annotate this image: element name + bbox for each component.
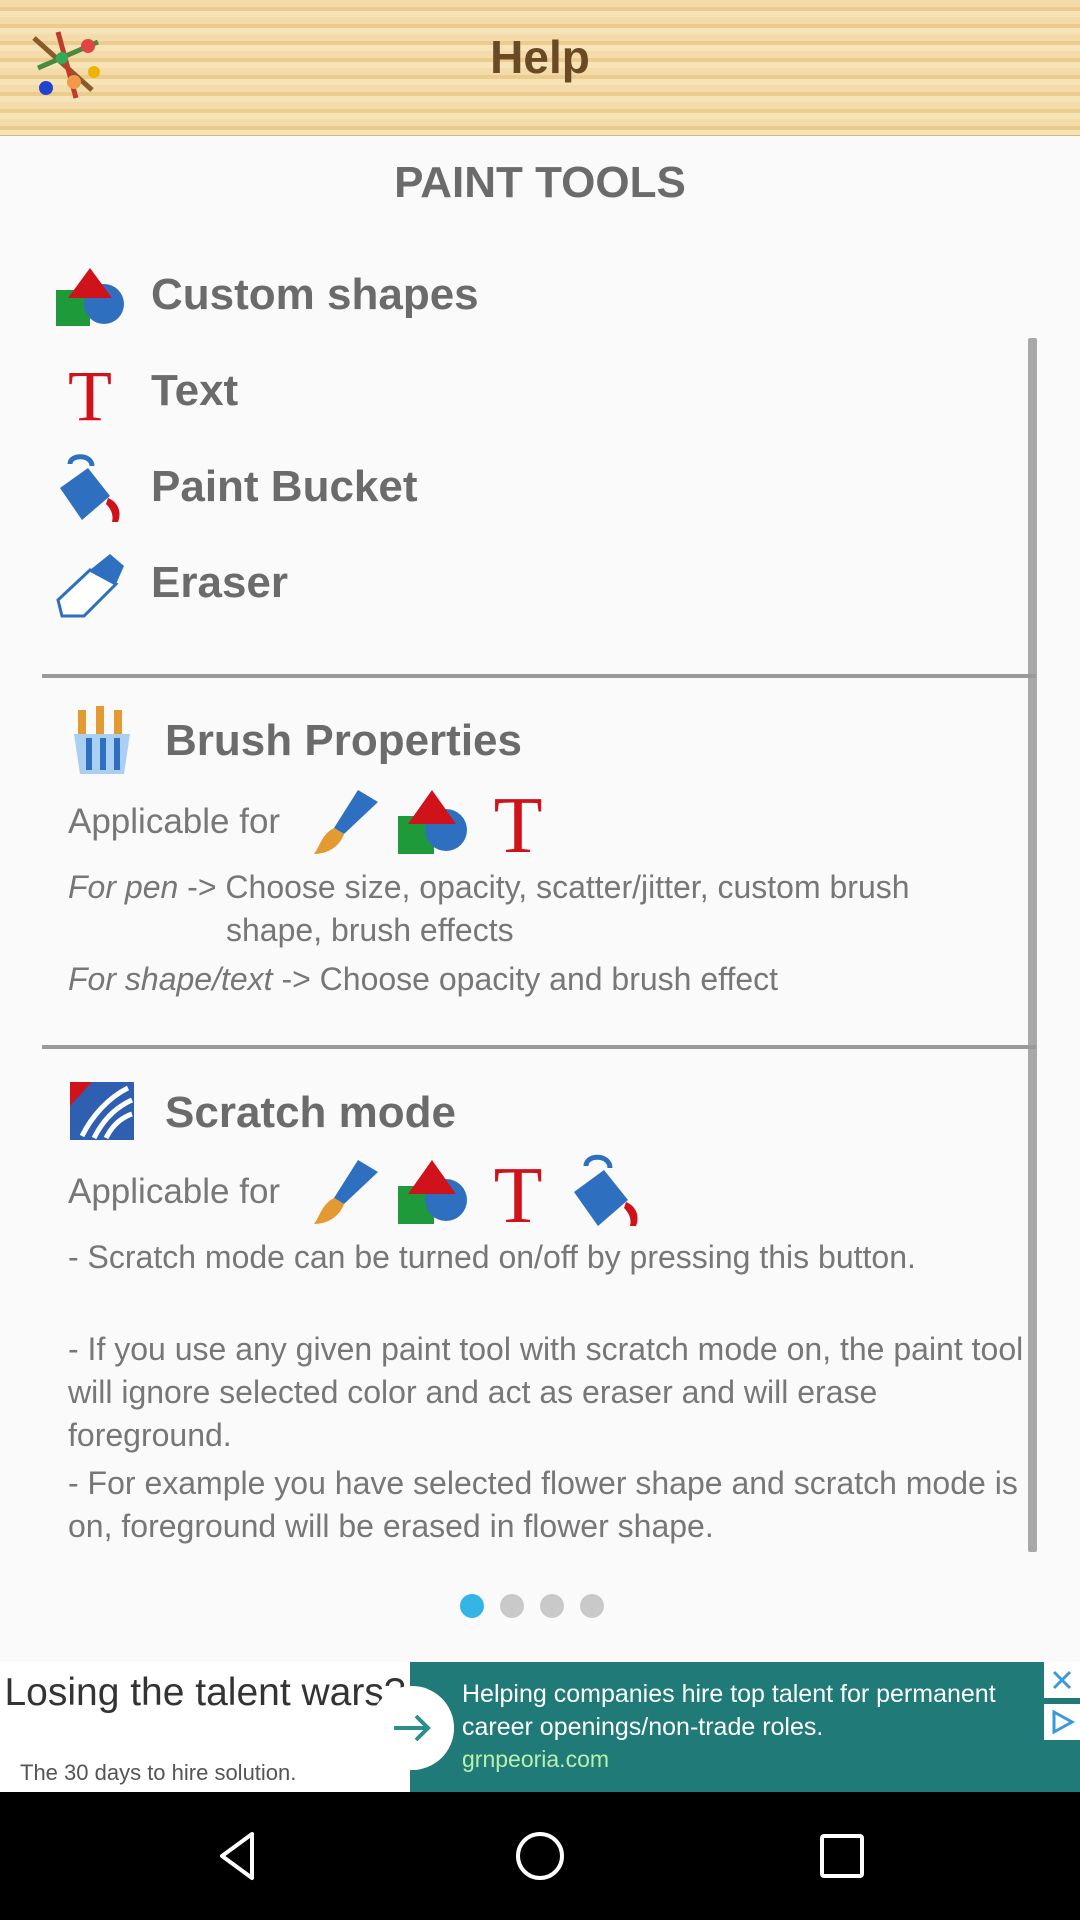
svg-text:T: T — [68, 358, 112, 428]
scratch-desc-1: - Scratch mode can be turned on/off by p… — [68, 1239, 916, 1275]
tool-label: Paint Bucket — [151, 462, 418, 511]
pen-brush-icon — [314, 790, 378, 854]
system-nav-bar — [0, 1792, 1080, 1920]
scrollbar[interactable] — [1028, 338, 1037, 1552]
ad-choices-icon[interactable] — [1044, 1704, 1080, 1740]
ad-body-text[interactable]: Helping companies hire top talent for pe… — [462, 1678, 1042, 1744]
svg-text:T: T — [494, 1154, 543, 1230]
brush-properties-header: Brush Properties — [68, 704, 1008, 784]
text-t-icon: T — [68, 358, 112, 428]
close-icon[interactable] — [1044, 1662, 1080, 1698]
scratch-applicable-row: Applicable for T — [68, 1152, 1008, 1232]
divider — [42, 674, 1036, 678]
tool-row-paint-bucket: Paint Bucket — [52, 442, 1012, 532]
ad-subtext: The 30 days to hire solution. — [20, 1760, 297, 1785]
tool-label: Custom shapes — [151, 270, 479, 319]
page-dot[interactable] — [540, 1594, 564, 1618]
scratch-mode-icon[interactable] — [68, 1076, 136, 1148]
ad-domain[interactable]: grnpeoria.com — [462, 1746, 609, 1773]
brush-desc-shape: For shape/text -> Choose opacity and bru… — [68, 958, 1028, 1001]
applicable-label: Applicable for — [68, 1172, 281, 1211]
page-title: Help — [490, 31, 590, 83]
divider — [42, 1045, 1036, 1049]
page-indicator — [460, 1594, 604, 1618]
brush-properties-title: Brush Properties — [165, 716, 522, 765]
page-dot[interactable] — [580, 1594, 604, 1618]
recents-icon[interactable] — [814, 1828, 870, 1884]
text-t-icon: T — [494, 1154, 543, 1230]
back-icon[interactable] — [210, 1828, 266, 1884]
pen-brush-icon — [314, 1160, 378, 1224]
brush-desc-pen: For pen -> Choose size, opacity, scatter… — [68, 866, 1028, 952]
desc-italic: For shape/text — [68, 961, 273, 997]
tool-row-text: T Text — [52, 346, 1012, 436]
eraser-icon — [56, 554, 124, 618]
shapes-icon — [398, 1160, 467, 1224]
paint-bucket-icon — [574, 1154, 638, 1226]
desc-italic: For pen — [68, 869, 179, 905]
scratch-desc-2: - If you use any given paint tool with s… — [68, 1331, 1024, 1453]
tool-label: Eraser — [151, 558, 289, 607]
section-title: PAINT TOOLS — [394, 158, 686, 207]
scratch-mode-header: Scratch mode — [68, 1076, 1008, 1156]
scratch-desc-3: - For example you have selected flower s… — [68, 1465, 1018, 1544]
paint-bucket-icon — [60, 454, 120, 522]
shapes-icon — [56, 268, 124, 326]
tool-label: Text — [151, 366, 239, 415]
brush-applicable-row: Applicable for T — [68, 782, 1008, 862]
app-header: Help — [0, 0, 1080, 136]
desc-text: -> Choose size, opacity, scatter/jitter,… — [178, 869, 910, 905]
desc-continuation: shape, brush effects — [226, 912, 514, 948]
shapes-icon — [398, 790, 467, 854]
brush-cup-icon — [74, 706, 130, 774]
scratch-mode-title: Scratch mode — [165, 1088, 456, 1137]
text-t-icon: T — [494, 784, 543, 860]
arrow-right-icon[interactable] — [370, 1686, 454, 1770]
ad-headline[interactable]: Losing the talent wars? — [0, 1670, 410, 1716]
ad-banner[interactable]: Losing the talent wars? The 30 days to h… — [0, 1662, 1080, 1792]
ad-left-panel: Losing the talent wars? The 30 days to h… — [0, 1662, 410, 1792]
page-dot[interactable] — [500, 1594, 524, 1618]
home-icon[interactable] — [512, 1828, 568, 1884]
applicable-label: Applicable for — [68, 802, 281, 841]
tool-row-eraser: Eraser — [52, 538, 1012, 628]
tool-row-custom-shapes: Custom shapes — [52, 250, 1012, 340]
svg-text:T: T — [494, 784, 543, 860]
page-dot-active[interactable] — [460, 1594, 484, 1618]
desc-text: -> Choose opacity and brush effect — [272, 961, 779, 997]
